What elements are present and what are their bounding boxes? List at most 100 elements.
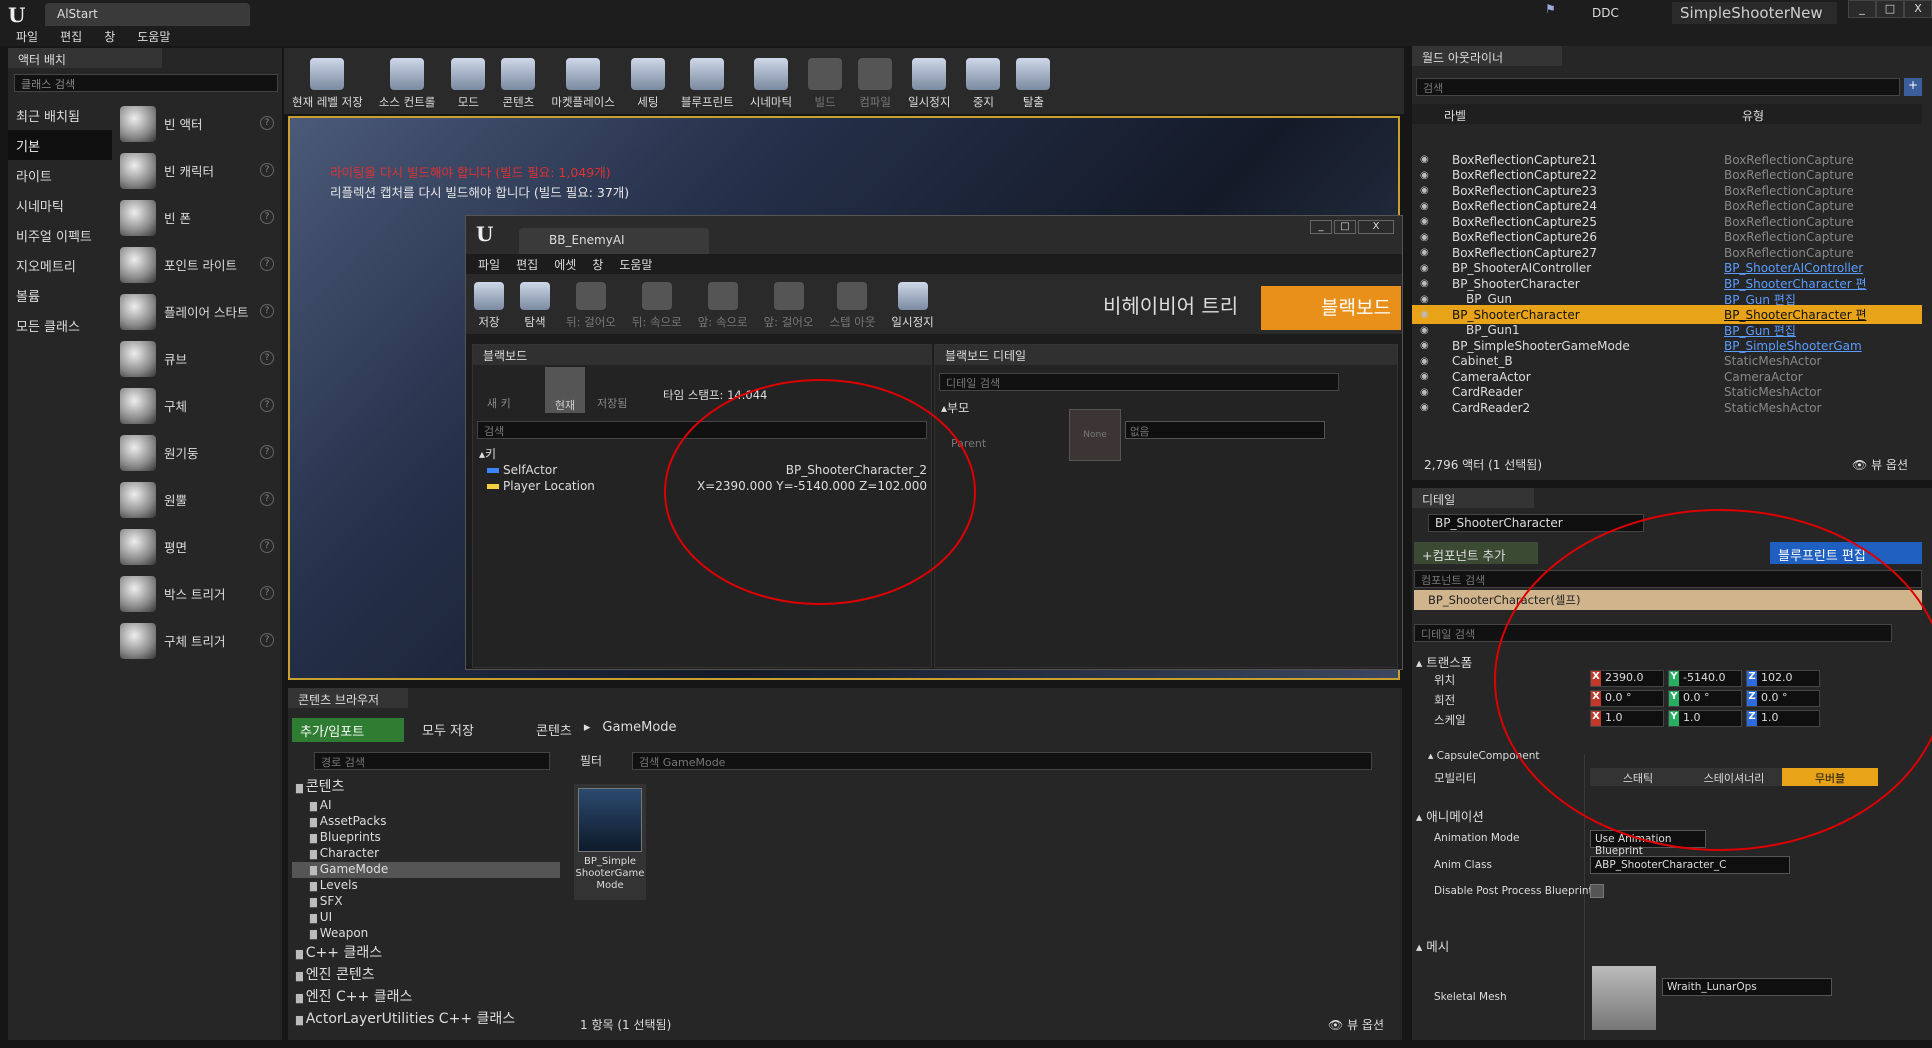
close-button[interactable]: X — [1358, 220, 1394, 234]
scale-x-field[interactable]: X 1.0 — [1590, 710, 1664, 727]
bt-menu-window[interactable]: 창 — [592, 256, 603, 273]
category-basic[interactable]: 기본 — [8, 130, 112, 160]
place-actors-tab[interactable]: 액터 배치 — [8, 48, 162, 68]
category-cinematic[interactable]: 시네마틱 — [8, 190, 112, 220]
skeletal-mesh-dropdown[interactable]: Wraith_LunarOps — [1662, 978, 1832, 996]
toolbar-button[interactable]: 콘텐츠 — [493, 58, 543, 110]
mesh-section[interactable]: ▴ 메시 — [1416, 936, 1449, 955]
row-type[interactable]: BP_ShooterAIController — [1724, 261, 1863, 275]
scale-y-field[interactable]: Y 1.0 — [1668, 710, 1742, 727]
component-self-row[interactable]: BP_ShooterCharacter(셀프) — [1414, 590, 1922, 610]
scale-z-field[interactable]: Z 1.0 — [1746, 710, 1820, 727]
visibility-eye-icon[interactable]: ◉ — [1412, 340, 1434, 351]
bt-toolbar-button[interactable]: 앞: 걸어오 — [756, 282, 822, 330]
toolbar-button[interactable]: 시네마틱 — [742, 58, 800, 110]
folder-item[interactable]: ▇ SFX — [292, 894, 560, 910]
add-import-button[interactable]: 추가/임포트 — [292, 718, 404, 742]
minimize-button[interactable]: _ — [1848, 0, 1876, 18]
mobility-stationary[interactable]: 스테이셔너리 — [1686, 768, 1782, 786]
animation-section[interactable]: ▴ 애니메이션 — [1416, 806, 1484, 825]
visibility-eye-icon[interactable]: ◉ — [1412, 371, 1434, 382]
saved-button[interactable]: 저장됨 — [597, 395, 627, 411]
transform-section[interactable]: ▴ 트랜스폼 — [1416, 652, 1472, 671]
help-icon[interactable]: ? — [260, 539, 274, 553]
scale-label[interactable]: 스케일 — [1434, 712, 1466, 728]
visibility-eye-icon[interactable]: ◉ — [1412, 278, 1434, 289]
help-icon[interactable]: ? — [260, 492, 274, 506]
location-label[interactable]: 위치 — [1434, 672, 1455, 688]
tab-level[interactable]: AlStart — [45, 3, 250, 26]
category-all-classes[interactable]: 모든 클래스 — [8, 310, 112, 340]
visibility-eye-icon[interactable]: ◉ — [1412, 263, 1434, 274]
toolbar-button[interactable]: 현재 레벨 저장 — [284, 58, 371, 110]
row-type[interactable]: BP_SimpleShooterGam — [1724, 339, 1862, 353]
bt-menu-help[interactable]: 도움말 — [619, 256, 652, 273]
actor-item[interactable]: 빈 폰? — [114, 194, 282, 241]
bt-menu-asset[interactable]: 에셋 — [554, 256, 576, 273]
mobility-movable[interactable]: 무버블 — [1782, 768, 1878, 786]
help-icon[interactable]: ? — [260, 351, 274, 365]
content-browser-tab[interactable]: 콘텐츠 브라우저 — [288, 688, 408, 708]
category-visual-effects[interactable]: 비주얼 이펙트 — [8, 220, 112, 250]
folder-item[interactable]: ▇ Blueprints — [292, 830, 560, 846]
current-button[interactable]: 현재 — [545, 367, 585, 413]
rotation-label[interactable]: 회전 — [1434, 692, 1455, 708]
folder-item[interactable]: ▇ Character — [292, 846, 560, 862]
location-y-field[interactable]: Y -5140.0 — [1668, 670, 1742, 687]
folder-item[interactable]: ▇ 엔진 콘텐츠 — [292, 964, 560, 986]
help-icon[interactable]: ? — [260, 116, 274, 130]
visibility-eye-icon[interactable]: ◉ — [1412, 232, 1434, 243]
actor-item[interactable]: 박스 트리거? — [114, 570, 282, 617]
folder-item[interactable]: ▇ C++ 클래스 — [292, 942, 560, 964]
bt-toolbar-button[interactable]: 일시정지 — [883, 282, 941, 330]
visibility-eye-icon[interactable]: ◉ — [1412, 387, 1434, 398]
component-search-input[interactable]: 컴포넌트 검색 — [1414, 570, 1922, 588]
toolbar-button[interactable]: 일시정지 — [900, 58, 958, 110]
help-icon[interactable]: ? — [260, 257, 274, 271]
outliner-search-input[interactable]: 검색 — [1416, 78, 1900, 96]
menu-file[interactable]: 파일 — [16, 28, 38, 45]
folder-item[interactable]: ▇ AssetPacks — [292, 814, 560, 830]
rotation-x-field[interactable]: X 0.0 ° — [1590, 690, 1664, 707]
actor-item[interactable]: 큐브? — [114, 335, 282, 382]
toolbar-button[interactable]: 세팅 — [623, 58, 673, 110]
actor-item[interactable]: 구체? — [114, 382, 282, 429]
folder-item[interactable]: ▇ Levels — [292, 878, 560, 894]
mobility-static[interactable]: 스태틱 — [1590, 768, 1686, 786]
new-key-button[interactable]: 새 키 — [487, 395, 511, 411]
asset-tile[interactable]: BP_Simple ShooterGame Mode — [574, 784, 646, 900]
toolbar-button[interactable]: 탈출 — [1008, 58, 1058, 110]
column-type[interactable]: 유형 — [1742, 107, 1764, 124]
folder-item[interactable]: ▇ Weapon — [292, 926, 560, 942]
cb-view-options-button[interactable]: 👁 뷰 옵션 — [1328, 1016, 1384, 1033]
toolbar-button[interactable]: 마켓플레이스 — [543, 58, 622, 110]
view-options-button[interactable]: 👁 뷰 옵션 — [1852, 456, 1908, 473]
help-icon[interactable]: ? — [260, 210, 274, 224]
breadcrumb-gamemode[interactable]: GameMode — [602, 720, 676, 739]
actor-item[interactable]: 구체 트리거? — [114, 617, 282, 664]
actor-item[interactable]: 원뿔? — [114, 476, 282, 523]
path-search-input[interactable]: 경로 검색 — [314, 752, 550, 770]
visibility-eye-icon[interactable]: ◉ — [1412, 294, 1434, 305]
bt-toolbar-button[interactable]: 스텝 아웃 — [821, 282, 883, 330]
visibility-eye-icon[interactable]: ◉ — [1412, 216, 1434, 227]
blackboard-tab[interactable]: 블랙보드 — [473, 345, 931, 365]
visibility-eye-icon[interactable]: ◉ — [1412, 154, 1434, 165]
folder-item[interactable]: ▇ GameMode — [292, 862, 560, 878]
parent-dropdown[interactable]: 없음 — [1125, 421, 1325, 439]
help-icon[interactable]: ? — [260, 633, 274, 647]
save-all-button[interactable]: 모두 저장 — [422, 720, 474, 739]
visibility-eye-icon[interactable]: ◉ — [1412, 247, 1434, 258]
anim-class-dropdown[interactable]: ABP_ShooterCharacter_C — [1590, 856, 1790, 874]
add-filter-icon[interactable]: + — [1904, 78, 1922, 96]
toolbar-button[interactable]: 소스 컨트롤 — [371, 58, 444, 110]
bt-menu-file[interactable]: 파일 — [478, 256, 500, 273]
actor-item[interactable]: 플레이어 스타트? — [114, 288, 282, 335]
folder-item[interactable]: ▇ 콘텐츠 — [292, 776, 560, 798]
blackboard-mode-button[interactable]: 블랙보드 — [1261, 286, 1401, 330]
minimize-button[interactable]: _ — [1310, 220, 1332, 234]
help-icon[interactable]: ? — [260, 304, 274, 318]
folder-item[interactable]: ▇ 엔진 C++ 클래스 — [292, 986, 560, 1008]
visibility-eye-icon[interactable]: ◉ — [1412, 356, 1434, 367]
actor-item[interactable]: 포인트 라이트? — [114, 241, 282, 288]
